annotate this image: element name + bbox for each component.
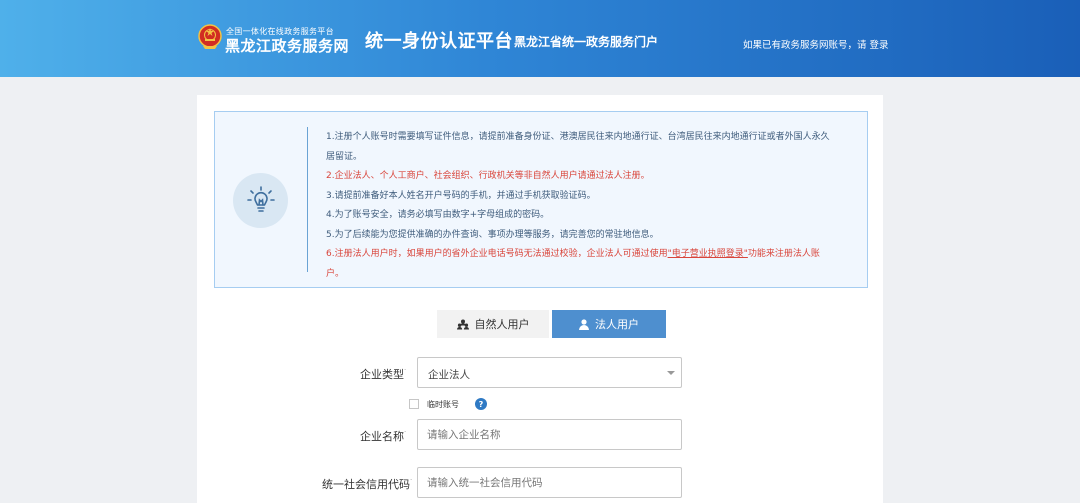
title-divider [507,32,508,48]
login-prompt: 如果已有政务服务网账号，请 登录 [743,37,889,51]
credit-code-label: 统一社会信用代码· [322,476,412,492]
tab-natural-person[interactable]: 自然人用户 [437,310,549,338]
required-mark: · [404,428,407,436]
people-icon [456,319,469,329]
notice-line-6: 6.注册法人用户时，如果用户的省外企业电话号码无法通过校验，企业法人可通过使用"… [326,245,836,284]
temporary-account-label: 临时账号 [427,399,459,409]
notice-line-3: 3.请提前准备好本人姓名开户号码的手机，并通过手机获取验证码。 [326,190,596,201]
tab-natural-person-label: 自然人用户 [474,318,530,331]
tab-legal-person-label: 法人用户 [595,318,639,331]
platform-subtitle: 黑龙江省统一政务服务门户 [514,35,659,49]
chevron-down-icon [667,371,675,375]
required-mark: · [404,366,407,374]
lightbulb-icon [247,186,275,212]
e-license-login-link[interactable]: "电子营业执照登录" [668,249,748,259]
temporary-account-checkbox[interactable] [409,399,419,409]
credit-code-label-text: 统一社会信用代码 [322,478,410,491]
enterprise-name-label-text: 企业名称 [360,430,404,443]
brand-title[interactable]: 黑龙江政务服务网 [225,35,349,56]
notice-line-5: 5.为了后续能为您提供准确的办件查询、事项办理等服务，请完善您的常驻地信息。 [326,229,659,240]
help-icon[interactable]: ? [475,398,487,410]
enterprise-type-value: 企业法人 [428,369,470,381]
platform-title: 统一身份认证平台 [365,31,513,52]
login-link[interactable]: 登录 [870,40,889,51]
enterprise-name-label: 企业名称· [360,428,406,444]
notice-line-6-text: 6.注册法人用户时，如果用户的省外企业电话号码无法通过校验，企业法人可通过使用 [326,249,668,259]
enterprise-type-select[interactable]: 企业法人 [417,357,682,388]
enterprise-type-label: 企业类型· [360,366,406,382]
lightbulb-badge [233,173,288,228]
notice-divider [307,127,308,272]
tab-legal-person[interactable]: 法人用户 [552,310,666,338]
user-icon [579,318,589,330]
notice-line-1: 1.注册个人账号时需要填写证件信息，请提前准备身份证、港澳居民往来内地通行证、台… [326,132,830,162]
notice-text: 1.注册个人账号时需要填写证件信息，请提前准备身份证、港澳居民往来内地通行证、台… [326,128,836,284]
login-prompt-text: 如果已有政务服务网账号，请 [743,40,867,51]
notice-line-2: 2.企业法人、个人工商户、社会组织、行政机关等非自然人用户请通过法人注册。 [326,171,650,181]
enterprise-name-input[interactable] [417,419,682,450]
temporary-account-row: 临时账号 ? [409,398,487,410]
notice-line-4: 4.为了账号安全，请务必填写由数字+字母组成的密码。 [326,210,550,220]
required-mark: · [410,476,413,484]
enterprise-type-label-text: 企业类型 [360,368,404,381]
credit-code-input[interactable] [417,467,682,498]
national-emblem-icon [198,24,222,49]
top-header: 全国一体化在线政务服务平台 黑龙江政务服务网 统一身份认证平台 黑龙江省统一政务… [0,0,1080,77]
